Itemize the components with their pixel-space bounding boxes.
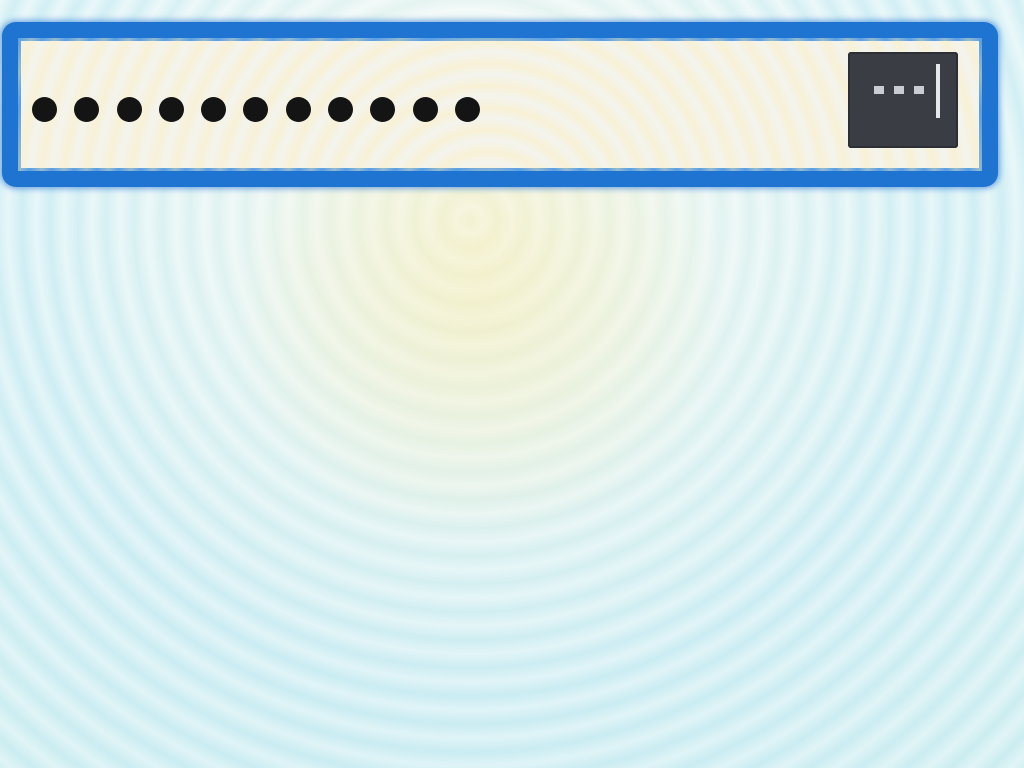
password-mask-dot	[201, 96, 227, 122]
ellipsis-icon	[874, 86, 924, 94]
password-mask-dot	[74, 96, 100, 122]
password-mask-dot	[116, 96, 142, 122]
password-mask-dot	[285, 96, 311, 122]
password-mask-dot	[32, 96, 57, 122]
ellipsis-dot	[914, 86, 924, 94]
password-input[interactable]	[2, 22, 998, 187]
password-mask-dot	[454, 96, 480, 122]
password-mask-dot	[370, 96, 396, 122]
password-mask-dot	[243, 96, 269, 122]
password-reveal-button[interactable]	[848, 52, 958, 148]
password-mask-dot	[412, 96, 438, 122]
text-cursor	[936, 64, 940, 118]
password-mask-dot	[158, 96, 184, 122]
password-mask-dot	[328, 96, 354, 122]
masked-password-text	[32, 92, 497, 126]
ellipsis-dot	[894, 86, 904, 94]
ellipsis-dot	[874, 86, 884, 94]
